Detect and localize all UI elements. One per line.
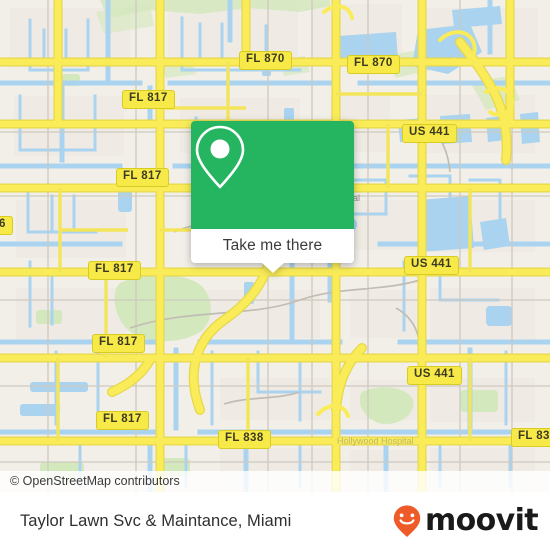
map-attribution[interactable]: © OpenStreetMap contributors (0, 471, 550, 492)
road-shield: FL 870 (347, 55, 400, 74)
take-me-there-label: Take me there (222, 237, 323, 254)
map-pin-icon (191, 121, 354, 229)
callout-pointer (261, 263, 284, 273)
road-shield: FL 817 (122, 90, 175, 109)
road-shield: FL 817 (96, 411, 149, 430)
road-shield: FL 817 (88, 261, 141, 280)
callout-action-panel[interactable]: Take me there (191, 229, 354, 263)
road-shield: FL 817 (116, 168, 169, 187)
road-shield: 6 (0, 216, 13, 235)
moovit-wordmark: moovit (424, 503, 539, 538)
road-shield: FL 838 (218, 430, 271, 449)
map-canvas[interactable]: FL 870 FL 870 FL 817 US 441 FL 817 6 US … (0, 0, 550, 492)
place-label: Hollywood Hospital (337, 436, 414, 446)
moovit-pin-smile-icon (392, 504, 422, 538)
place-title: Taylor Lawn Svc & Maintance, Miami (20, 511, 292, 530)
footer-bar: Taylor Lawn Svc & Maintance, Miami moovi… (0, 492, 550, 550)
road-shield: FL 817 (92, 334, 145, 353)
road-shield: US 441 (404, 256, 459, 275)
road-shield: US 441 (407, 366, 462, 385)
callout-icon-panel (191, 121, 354, 229)
road-shield: US 441 (402, 124, 457, 143)
moovit-map-screenshot: FL 870 FL 870 FL 817 US 441 FL 817 6 US … (0, 0, 550, 550)
moovit-brand[interactable]: moovit (392, 503, 539, 538)
road-shield: FL 838 (511, 428, 550, 447)
road-shield: FL 870 (239, 51, 292, 70)
location-callout-card[interactable]: Take me there (191, 121, 354, 273)
